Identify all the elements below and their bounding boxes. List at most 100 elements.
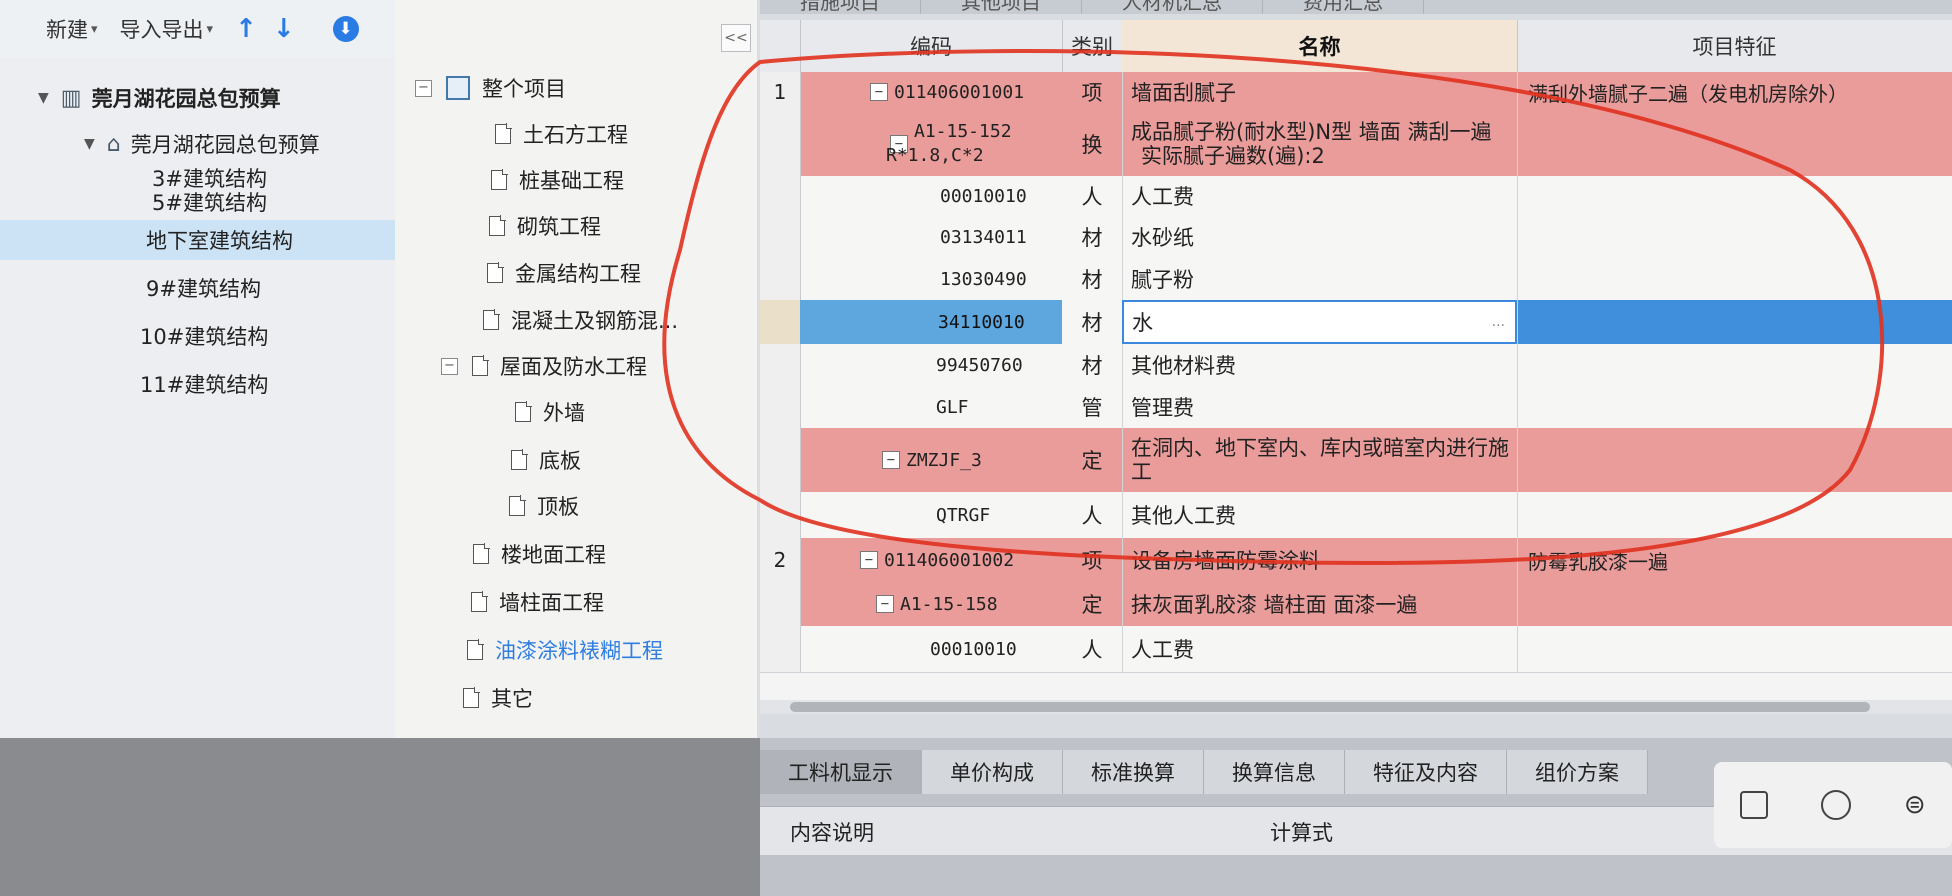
tree-item[interactable]: 外墙 bbox=[515, 392, 585, 432]
name-cell-editing[interactable]: 水 ... bbox=[1122, 300, 1517, 344]
feature-cell[interactable] bbox=[1517, 428, 1952, 492]
ellipsis-button[interactable]: ... bbox=[1492, 314, 1505, 330]
name-cell[interactable]: 在洞内、地下室内、库内或暗室内进行施 工 bbox=[1122, 428, 1517, 492]
feature-cell[interactable] bbox=[1517, 112, 1952, 176]
project-item-selected[interactable]: 地下室建筑结构 bbox=[0, 220, 395, 260]
feature-cell[interactable] bbox=[1517, 258, 1952, 300]
feature-cell[interactable] bbox=[1517, 300, 1952, 344]
feature-cell[interactable] bbox=[1517, 492, 1952, 538]
name-cell[interactable]: 设备房墙面防霉涂料 bbox=[1122, 538, 1517, 582]
table-row[interactable]: 00010010 人 人工费 bbox=[760, 176, 1952, 217]
name-cell[interactable]: 水砂纸 bbox=[1122, 216, 1517, 258]
type-cell[interactable]: 人 bbox=[1062, 626, 1122, 672]
collapse-box-icon[interactable]: − bbox=[441, 357, 458, 375]
arrow-up-icon[interactable]: ↑ bbox=[235, 14, 257, 44]
expand-triangle-icon[interactable]: ▼ bbox=[84, 136, 95, 152]
tab-measures[interactable]: 措施项目 bbox=[760, 0, 921, 14]
collapse-box-icon[interactable]: − bbox=[876, 595, 894, 613]
name-cell[interactable]: 人工费 bbox=[1122, 176, 1517, 216]
table-row[interactable]: 2 −011406001002 项 设备房墙面防霉涂料 防霉乳胶漆一遍 bbox=[760, 538, 1952, 583]
arrow-down-icon[interactable]: ↓ bbox=[273, 14, 295, 44]
tree-item[interactable]: 砌筑工程 bbox=[489, 206, 601, 246]
type-cell[interactable]: 换 bbox=[1062, 112, 1122, 176]
table-row[interactable]: QTRGF 人 其他人工费 bbox=[760, 492, 1952, 539]
tree-item-expanded[interactable]: − 屋面及防水工程 bbox=[441, 346, 647, 386]
tab-unit-price-composition[interactable]: 单价构成 bbox=[922, 750, 1063, 794]
collapse-box-icon[interactable]: − bbox=[860, 551, 878, 569]
type-cell[interactable]: 管 bbox=[1062, 386, 1122, 428]
tree-root[interactable]: − 整个项目 bbox=[415, 68, 566, 108]
tab-features-content[interactable]: 特征及内容 bbox=[1345, 750, 1507, 794]
feature-cell[interactable]: 满刮外墙腻子二遍（发电机房除外） bbox=[1517, 72, 1952, 112]
name-cell[interactable]: 人工费 bbox=[1122, 626, 1517, 672]
feature-cell[interactable] bbox=[1517, 386, 1952, 428]
collapse-box-icon[interactable]: − bbox=[870, 83, 888, 101]
name-cell[interactable]: 其他人工费 bbox=[1122, 492, 1517, 538]
feature-cell[interactable] bbox=[1517, 626, 1952, 672]
tree-item[interactable]: 楼地面工程 bbox=[473, 534, 606, 574]
feature-cell[interactable] bbox=[1517, 216, 1952, 258]
table-row[interactable]: − A1-15-152 R*1.8,C*2 换 成品腻子粉(耐水型)N型 墙面 … bbox=[760, 112, 1952, 177]
expand-triangle-icon[interactable]: ▼ bbox=[38, 90, 49, 106]
new-button[interactable]: 新建 ▾ bbox=[46, 14, 98, 44]
project-root[interactable]: ▼ ▥ 莞月湖花园总包预算 bbox=[38, 78, 281, 118]
table-row[interactable]: 03134011 材 水砂纸 bbox=[760, 216, 1952, 259]
tab-labor-material-summary[interactable]: 人材机汇总 bbox=[1082, 0, 1263, 14]
code-header[interactable]: 编码 bbox=[800, 20, 1063, 72]
project-item[interactable]: 11#建筑结构 bbox=[140, 364, 268, 404]
tree-item-active[interactable]: 油漆涂料裱糊工程 bbox=[467, 630, 663, 670]
horizontal-scrollbar[interactable] bbox=[760, 700, 1952, 714]
table-row-selected[interactable]: 34110010 材 水 ... bbox=[760, 300, 1952, 345]
type-cell[interactable]: 人 bbox=[1062, 492, 1122, 538]
collapse-box-icon[interactable]: − bbox=[882, 451, 900, 469]
name-cell[interactable]: 抹灰面乳胶漆 墙柱面 面漆一遍 bbox=[1122, 582, 1517, 626]
tree-item[interactable]: 桩基础工程 bbox=[491, 160, 624, 200]
type-cell[interactable]: 材 bbox=[1062, 216, 1122, 258]
feature-cell[interactable]: 防霉乳胶漆一遍 bbox=[1517, 538, 1952, 582]
collapse-panel-button[interactable]: << bbox=[721, 24, 751, 52]
project-item[interactable]: 10#建筑结构 bbox=[140, 316, 268, 356]
tree-item[interactable]: 其它 bbox=[463, 678, 533, 718]
collapse-box-icon[interactable]: − bbox=[415, 79, 432, 97]
square-icon[interactable] bbox=[1740, 791, 1769, 819]
table-row[interactable]: 99450760 材 其他材料费 bbox=[760, 344, 1952, 387]
tree-item[interactable]: 土石方工程 bbox=[495, 114, 628, 154]
feature-cell[interactable] bbox=[1517, 582, 1952, 626]
table-row[interactable]: − A1-15-158 定 抹灰面乳胶漆 墙柱面 面漆一遍 bbox=[760, 582, 1952, 627]
code-cell[interactable]: 34110010 bbox=[800, 300, 1062, 344]
table-row[interactable]: 1 −011406001001 项 墙面刮腻子 满刮外墙腻子二遍（发电机房除外） bbox=[760, 72, 1952, 113]
table-row[interactable]: − ZMZJF_3 定 在洞内、地下室内、库内或暗室内进行施 工 bbox=[760, 428, 1952, 493]
scrollbar-thumb[interactable] bbox=[790, 702, 1870, 712]
name-cell[interactable]: 成品腻子粉(耐水型)N型 墙面 满刮一遍 实际腻子遍数(遍):2 bbox=[1122, 112, 1517, 176]
type-cell[interactable]: 定 bbox=[1062, 428, 1122, 492]
circle-icon[interactable] bbox=[1821, 790, 1852, 820]
download-icon[interactable]: ⬇ bbox=[332, 16, 359, 42]
type-cell[interactable]: 材 bbox=[1062, 344, 1122, 386]
project-sub[interactable]: ▼ ⌂ 莞月湖花园总包预算 bbox=[84, 124, 320, 164]
type-cell[interactable]: 材 bbox=[1062, 300, 1122, 344]
name-cell[interactable]: 管理费 bbox=[1122, 386, 1517, 428]
name-cell[interactable]: 腻子粉 bbox=[1122, 258, 1517, 300]
tab-labor-material-display[interactable]: 工料机显示 bbox=[760, 750, 922, 794]
tree-item[interactable]: 混凝土及钢筋混... bbox=[483, 300, 678, 340]
type-cell[interactable]: 定 bbox=[1062, 582, 1122, 626]
name-header[interactable]: 名称 bbox=[1122, 20, 1518, 72]
project-item[interactable]: 9#建筑结构 bbox=[146, 268, 261, 308]
feature-header[interactable]: 项目特征 bbox=[1517, 20, 1952, 72]
tab-conversion-info[interactable]: 换算信息 bbox=[1204, 750, 1345, 794]
name-cell[interactable]: 墙面刮腻子 bbox=[1122, 72, 1517, 112]
type-cell[interactable]: 人 bbox=[1062, 176, 1122, 216]
feature-cell[interactable] bbox=[1517, 176, 1952, 216]
tab-standard-conversion[interactable]: 标准换算 bbox=[1063, 750, 1204, 794]
import-export-button[interactable]: 导入导出 ▾ bbox=[120, 14, 214, 44]
tree-item[interactable]: 金属结构工程 bbox=[487, 253, 641, 293]
table-row[interactable]: GLF 管 管理费 bbox=[760, 386, 1952, 429]
tree-item[interactable]: 墙柱面工程 bbox=[471, 582, 604, 622]
type-header[interactable]: 类别 bbox=[1062, 20, 1123, 72]
table-row[interactable]: 13030490 材 腻子粉 bbox=[760, 258, 1952, 301]
feature-cell[interactable] bbox=[1517, 344, 1952, 386]
tab-pricing-plan[interactable]: 组价方案 bbox=[1507, 750, 1648, 794]
tab-cost-summary[interactable]: 费用汇总 bbox=[1263, 0, 1424, 14]
tree-item[interactable]: 底板 bbox=[511, 440, 581, 480]
project-item[interactable]: 5#建筑结构 bbox=[152, 182, 267, 222]
